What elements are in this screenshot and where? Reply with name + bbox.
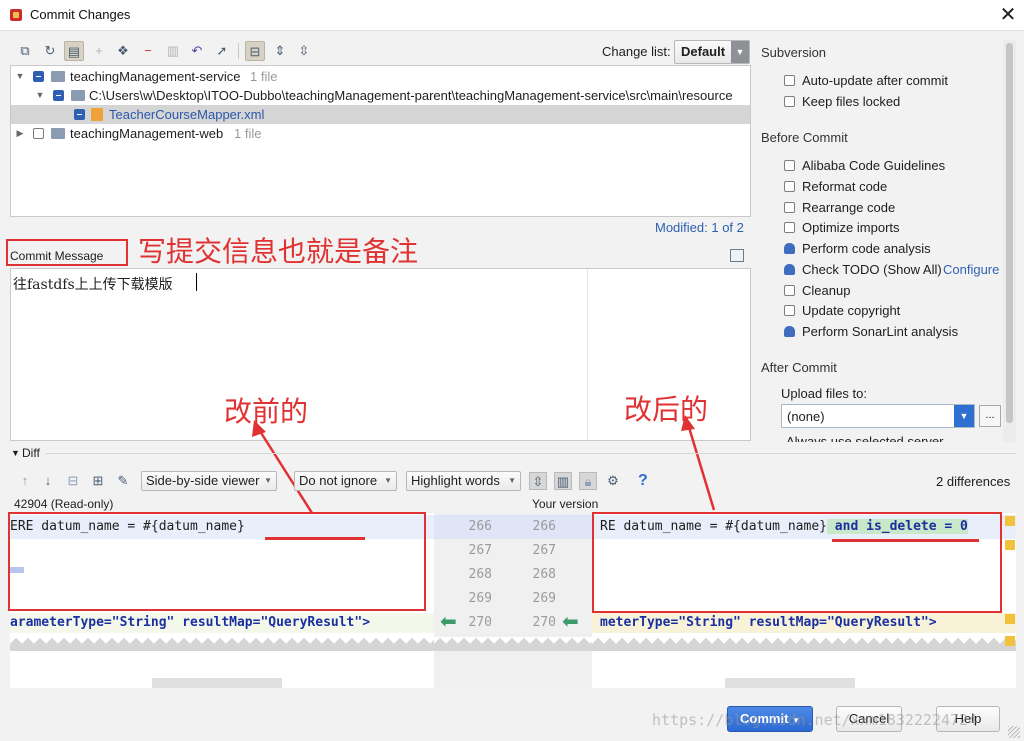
- left-horizontal-scrollbar[interactable]: [152, 678, 282, 688]
- next-diff-icon[interactable]: ↓: [39, 472, 57, 490]
- line-number: 268: [532, 567, 556, 582]
- whitespace-value: Do not ignore: [299, 473, 378, 488]
- apply-right-arrow-icon[interactable]: ⬅: [562, 609, 579, 634]
- previous-diff-icon[interactable]: ↑: [16, 472, 34, 490]
- settings-gear-icon[interactable]: ⚙: [604, 472, 622, 490]
- left-pane-title: 42904 (Read-only): [14, 497, 114, 511]
- subversion-header: Subversion: [761, 45, 827, 60]
- collapse-unchanged-icon[interactable]: ⇳: [529, 472, 547, 490]
- diff-label: Diff: [22, 446, 40, 460]
- whitespace-dropdown[interactable]: Do not ignore ▼: [294, 471, 397, 491]
- checkbox[interactable]: [784, 285, 795, 296]
- collapse-arrow-icon[interactable]: ▼: [11, 448, 20, 458]
- differences-count: 2 differences: [936, 474, 1011, 489]
- resize-grip-icon[interactable]: [1008, 726, 1020, 738]
- checkbox[interactable]: [784, 243, 795, 254]
- upload-files-label: Upload files to:: [781, 386, 867, 401]
- line-number: 266: [468, 519, 492, 534]
- edit-source-icon[interactable]: ✎: [114, 472, 132, 490]
- sync-scroll-icon[interactable]: ▥: [554, 472, 572, 490]
- line-number: 270: [468, 615, 492, 630]
- error-stripe-marker: [1005, 614, 1015, 624]
- line-number: 267: [532, 543, 556, 558]
- watermark: https://blog.csdn.net/xxm18322224724: [652, 711, 978, 729]
- apply-left-arrow-icon[interactable]: ⬅: [440, 609, 457, 634]
- browse-button[interactable]: ...: [979, 405, 1001, 427]
- annotation-box-before: [8, 512, 426, 611]
- line-number: 269: [532, 591, 556, 606]
- right-horizontal-scrollbar[interactable]: [725, 678, 855, 688]
- chevron-down-icon: ▼: [264, 476, 272, 485]
- folded-region: [10, 637, 434, 651]
- checkbox[interactable]: [784, 326, 795, 337]
- right-line-270: meterType="String" resultMap="QueryResul…: [600, 615, 937, 630]
- configure-link[interactable]: Configure: [943, 262, 999, 277]
- option-always-use-server[interactable]: Always use selected server: [786, 434, 944, 442]
- chevron-down-icon: ▼: [384, 476, 392, 485]
- annotation-underline-before: [265, 537, 365, 540]
- compare-prev-file-icon[interactable]: ⊟: [64, 472, 82, 490]
- viewer-mode-value: Side-by-side viewer: [146, 473, 260, 488]
- line-number: 270: [532, 615, 556, 630]
- diff-gutter: 266 267 268 269 270 266 267 268 269 270 …: [434, 513, 592, 688]
- upload-server-dropdown[interactable]: (none) ▼: [781, 404, 975, 428]
- line-number: 268: [468, 567, 492, 582]
- after-commit-header: After Commit: [761, 360, 837, 375]
- line-number: 266: [532, 519, 556, 534]
- error-stripe-marker: [1005, 636, 1015, 646]
- help-icon[interactable]: ?: [638, 472, 648, 490]
- diff-divider: [46, 453, 1016, 454]
- annotation-underline-after: [832, 539, 979, 542]
- checkbox[interactable]: [784, 75, 795, 86]
- checkbox[interactable]: [784, 222, 795, 233]
- highlight-dropdown[interactable]: Highlight words ▼: [406, 471, 521, 491]
- chevron-down-icon: ▼: [508, 476, 516, 485]
- folded-region: [434, 637, 592, 651]
- checkbox[interactable]: [784, 160, 795, 171]
- right-pane-title: Your version: [532, 497, 599, 511]
- line-number: 267: [468, 543, 492, 558]
- before-commit-header: Before Commit: [761, 130, 848, 145]
- left-line-270: arameterType="String" resultMap="QueryRe…: [10, 615, 371, 630]
- checkbox[interactable]: [784, 264, 795, 275]
- error-stripe-marker: [1005, 540, 1015, 550]
- error-stripe-marker: [1005, 516, 1015, 526]
- highlight-value: Highlight words: [411, 473, 500, 488]
- lock-icon[interactable]: 🔒︎: [579, 472, 597, 490]
- line-number: 269: [468, 591, 492, 606]
- folded-region: [592, 637, 1016, 651]
- upload-server-value: (none): [787, 409, 825, 424]
- annotation-box-after: [592, 512, 1002, 613]
- compare-next-file-icon[interactable]: ⊞: [89, 472, 107, 490]
- checkbox[interactable]: [784, 181, 795, 192]
- checkbox[interactable]: [784, 202, 795, 213]
- partial-option-clip: Always use selected server: [781, 433, 1001, 442]
- options-scroll-thumb[interactable]: [1006, 43, 1013, 423]
- viewer-mode-dropdown[interactable]: Side-by-side viewer ▼: [141, 471, 277, 491]
- checkbox[interactable]: [784, 96, 795, 107]
- chevron-down-icon: ▼: [954, 405, 974, 427]
- checkbox[interactable]: [784, 305, 795, 316]
